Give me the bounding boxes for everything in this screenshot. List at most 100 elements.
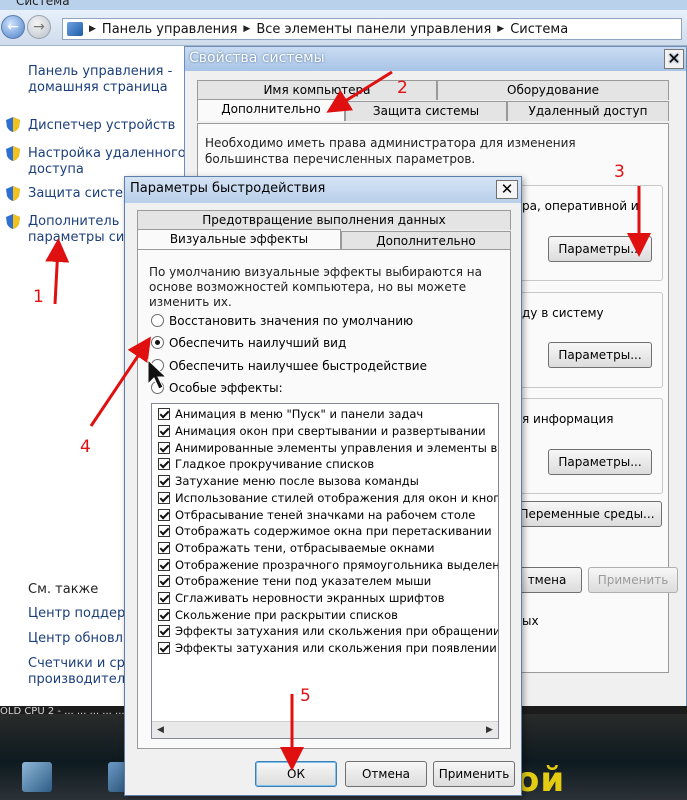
breadcrumb-item-control-panel[interactable]: Панель управления: [102, 22, 238, 37]
chevron-right-icon[interactable]: ▶: [243, 24, 250, 34]
checkbox[interactable]: [158, 458, 170, 470]
apply-button[interactable]: Применить: [433, 761, 515, 787]
checkbox[interactable]: [158, 559, 170, 571]
visual-effects-intro: По умолчанию визуальные эффекты выбирают…: [149, 265, 482, 309]
link-advanced-settings[interactable]: Дополнитель: [28, 214, 119, 230]
link-remote-settings-2[interactable]: доступа: [28, 162, 84, 178]
system-properties-title: Свойства системы: [189, 50, 325, 66]
checkbox[interactable]: [158, 592, 170, 604]
shield-icon: [6, 117, 20, 132]
effect-label: Анимированные элементы управления и элем…: [175, 441, 499, 455]
tab-hardware[interactable]: Оборудование: [437, 80, 669, 100]
link-device-manager[interactable]: Диспетчер устройств: [28, 118, 175, 134]
checkbox[interactable]: [158, 609, 170, 621]
sysprop-apply-button[interactable]: Применить: [588, 567, 678, 593]
list-item[interactable]: Скольжение при раскрытии списков: [158, 607, 398, 624]
radio-label: Особые эффекты:: [169, 381, 283, 395]
link-remote-settings[interactable]: Настройка удаленного: [28, 146, 186, 162]
checkbox[interactable]: [158, 625, 170, 637]
list-item[interactable]: Эффекты затухания или скольжения при поя…: [158, 640, 498, 657]
radio-best-performance[interactable]: Обеспечить наилучшее быстродействие: [151, 359, 427, 373]
list-item[interactable]: Затухание меню после вызова команды: [158, 473, 419, 490]
breadcrumb[interactable]: ▶ Панель управления ▶ Все элементы панел…: [62, 18, 682, 40]
list-item[interactable]: Анимированные элементы управления и элем…: [158, 440, 499, 457]
performance-group-text: ра, оперативной и: [522, 199, 639, 213]
checkbox[interactable]: [158, 492, 170, 504]
radio-button[interactable]: [151, 381, 164, 394]
scroll-left-icon[interactable]: ◀: [152, 722, 169, 738]
list-item[interactable]: Отображение прозрачного прямоугольника в…: [158, 557, 499, 574]
desktop-shortcut-icon[interactable]: [22, 762, 52, 792]
link-control-panel-home-2[interactable]: домашняя страница: [28, 80, 168, 96]
list-item[interactable]: Отображать содержимое окна при перетаски…: [158, 523, 492, 540]
sysprop-cancel-button[interactable]: тмена: [512, 567, 582, 593]
checkbox[interactable]: [158, 408, 170, 420]
radio-label: Обеспечить наилучшее быстродействие: [169, 359, 427, 373]
link-performance-tools-2[interactable]: производител: [28, 672, 125, 688]
effect-label: Анимация в меню "Пуск" и панели задач: [175, 407, 424, 421]
list-item[interactable]: Использование стилей отображения для око…: [158, 490, 499, 507]
tab-data-execution-prevention[interactable]: Предотвращение выполнения данных: [137, 210, 511, 230]
annotation-number-2: 2: [397, 78, 408, 98]
checkbox[interactable]: [158, 575, 170, 587]
radio-button[interactable]: [151, 314, 164, 327]
chevron-right-icon[interactable]: ▶: [497, 24, 504, 34]
radio-button[interactable]: [151, 359, 164, 372]
effect-label: Отображение прозрачного прямоугольника в…: [175, 558, 499, 572]
forward-button[interactable]: →: [27, 15, 51, 39]
breadcrumb-item-system[interactable]: Система: [510, 22, 568, 37]
radio-button-selected[interactable]: [151, 336, 164, 349]
checkbox[interactable]: [158, 525, 170, 537]
effect-label: Сглаживать неровности экранных шрифтов: [175, 591, 445, 605]
performance-params-button[interactable]: Параметры...: [548, 236, 652, 262]
effect-label: Использование стилей отображения для око…: [175, 491, 499, 505]
link-system-protection[interactable]: Защита систем: [28, 186, 133, 202]
tab-advanced[interactable]: Дополнительно: [341, 231, 511, 251]
radio-default[interactable]: Восстановить значения по умолчанию: [151, 314, 413, 328]
link-performance-tools[interactable]: Счетчики и сре: [28, 656, 133, 672]
performance-options-title-bar: Параметры быстродействия ✕: [125, 177, 521, 203]
environment-variables-button[interactable]: Переменные среды...: [512, 501, 662, 527]
list-item[interactable]: Гладкое прокручивание списков: [158, 456, 374, 473]
close-button[interactable]: ✕: [496, 180, 518, 199]
list-item[interactable]: Отбрасывание теней значками на рабочем с…: [158, 507, 475, 524]
checkbox[interactable]: [158, 425, 170, 437]
effect-label: Отбрасывание теней значками на рабочем с…: [175, 508, 476, 522]
checkbox[interactable]: [158, 475, 170, 487]
list-item[interactable]: Отображать тени, отбрасываемые окнами: [158, 540, 435, 557]
cp-title-bar: Система: [0, 0, 687, 10]
cancel-button[interactable]: Отмена: [345, 761, 427, 787]
list-item[interactable]: Эффекты затухания или скольжения при обр…: [158, 623, 498, 640]
effect-label: Анимация окон при свертывании и разверты…: [175, 424, 486, 438]
link-windows-update[interactable]: Центр обновл: [28, 631, 123, 647]
list-item[interactable]: Анимация в меню "Пуск" и панели задач: [158, 406, 423, 423]
effect-label: Отображение тени под указателем мыши: [175, 574, 432, 588]
ok-button[interactable]: ОК: [255, 761, 337, 787]
effects-list[interactable]: Анимация в меню "Пуск" и панели задач Ан…: [151, 403, 499, 739]
breadcrumb-item-all-items[interactable]: Все элементы панели управления: [256, 22, 491, 37]
profiles-params-button[interactable]: Параметры...: [548, 342, 652, 368]
scroll-right-icon[interactable]: ▶: [481, 722, 498, 738]
back-button[interactable]: ←: [1, 15, 25, 39]
link-action-center[interactable]: Центр поддер: [28, 606, 125, 622]
list-item[interactable]: Сглаживать неровности экранных шрифтов: [158, 590, 445, 607]
close-button[interactable]: ✕: [664, 49, 684, 69]
link-advanced-settings-2[interactable]: параметры сис: [28, 230, 131, 246]
radio-custom[interactable]: Особые эффекты:: [151, 381, 283, 395]
tab-system-protection[interactable]: Защита системы: [345, 101, 507, 121]
startup-params-button[interactable]: Параметры...: [548, 449, 652, 475]
tab-remote-access[interactable]: Удаленный доступ: [507, 101, 669, 121]
checkbox[interactable]: [158, 442, 170, 454]
checkbox[interactable]: [158, 509, 170, 521]
annotation-number-4: 4: [80, 437, 91, 457]
radio-best-appearance[interactable]: Обеспечить наилучший вид: [151, 336, 346, 350]
tab-visual-effects[interactable]: Визуальные эффекты: [137, 229, 341, 251]
chevron-right-icon[interactable]: ▶: [89, 24, 96, 34]
list-item[interactable]: Отображение тени под указателем мыши: [158, 573, 431, 590]
tab-advanced[interactable]: Дополнительно: [197, 99, 345, 121]
list-item[interactable]: Анимация окон при свертывании и разверты…: [158, 423, 486, 440]
horizontal-scrollbar[interactable]: ◀ ▶: [152, 721, 498, 738]
link-control-panel-home[interactable]: Панель управления -: [28, 64, 172, 80]
checkbox[interactable]: [158, 642, 170, 654]
checkbox[interactable]: [158, 542, 170, 554]
